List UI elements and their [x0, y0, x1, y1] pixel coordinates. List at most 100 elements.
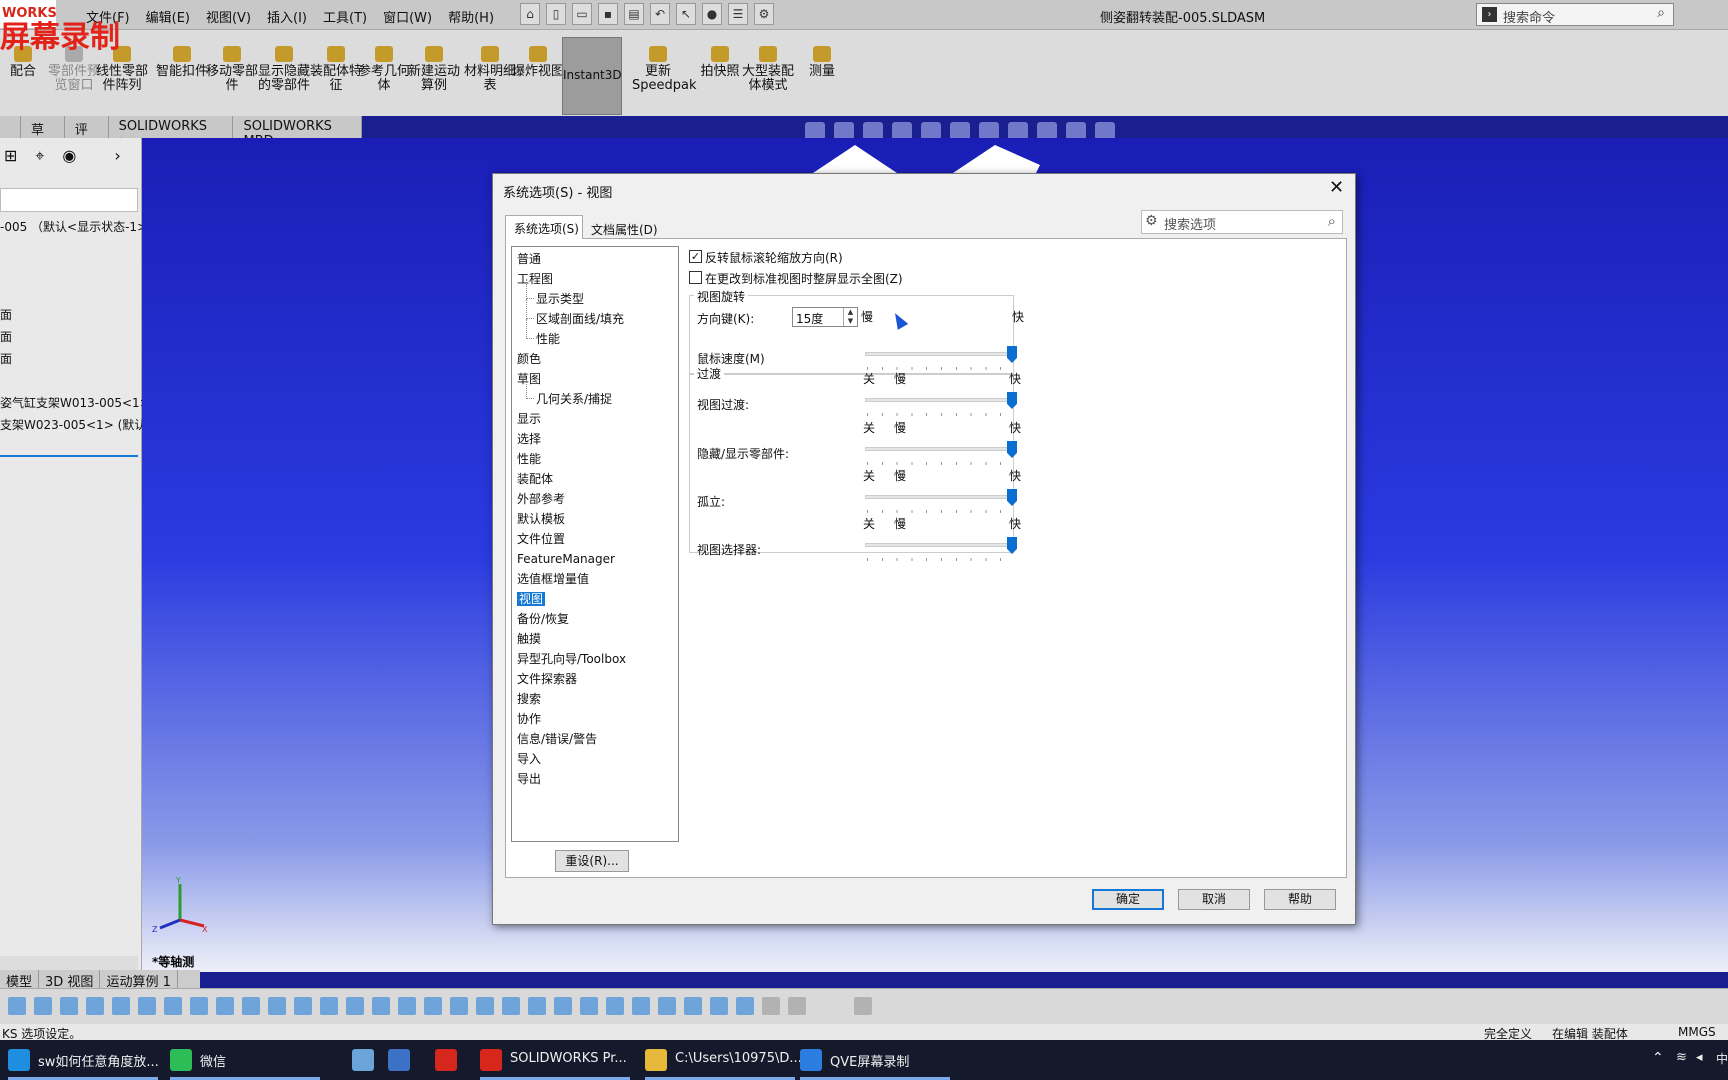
toolbar-tool[interactable]: 爆炸视图 — [512, 46, 564, 79]
spinner-arrows-icon[interactable]: ▲ ▼ — [843, 308, 857, 326]
tree-node[interactable]: 面 — [0, 328, 12, 345]
tree-node[interactable]: -005 （默认<显示状态-1> — [0, 218, 147, 235]
sketch-tool-icon[interactable] — [658, 997, 676, 1015]
slider-thumb[interactable] — [1007, 537, 1017, 554]
arrow-keys-spinner[interactable]: 15度 ▲ ▼ — [792, 307, 858, 327]
sketch-tool-icon[interactable] — [450, 997, 468, 1015]
expand-arrow-icon[interactable]: › — [114, 146, 120, 176]
cancel-button[interactable]: 取消 — [1178, 889, 1250, 910]
slider-thumb[interactable] — [1007, 489, 1017, 506]
sketch-tool-icon[interactable] — [762, 997, 780, 1015]
status-units[interactable]: MMGS — [1678, 1025, 1716, 1039]
sketch-tool-icon[interactable] — [502, 997, 520, 1015]
sketch-tool-icon[interactable] — [476, 997, 494, 1015]
wps-icon[interactable] — [435, 1049, 457, 1071]
toolbar-tool[interactable]: 更新Speedpak — [632, 46, 697, 93]
toolbar-tool[interactable]: 装配体特征 — [310, 46, 362, 93]
options-tree-item[interactable]: 装配体 — [517, 472, 553, 486]
sketch-tool-icon[interactable] — [580, 997, 598, 1015]
property-manager-icon[interactable]: ⌖ — [35, 146, 44, 176]
slider-thumb[interactable] — [1007, 441, 1017, 458]
reverse-wheel-checkbox[interactable]: ✓ — [689, 250, 702, 263]
transition-slider[interactable] — [865, 441, 1017, 465]
options-tree-item[interactable]: 显示类型 — [536, 292, 584, 306]
sketch-tool-icon[interactable] — [854, 997, 872, 1015]
sketch-tool-icon[interactable] — [346, 997, 364, 1015]
toolbar-tool[interactable]: 移动零部件 — [206, 46, 258, 93]
zoom-fit-checkbox[interactable] — [689, 271, 702, 284]
sketch-tool-icon[interactable] — [138, 997, 156, 1015]
menu-item[interactable]: 帮助(H) — [448, 7, 494, 26]
options-tree-item[interactable]: 信息/错误/警告 — [517, 732, 597, 746]
command-tab[interactable]: SOLIDWORKS 插件 — [109, 116, 234, 153]
transition-slider[interactable] — [865, 392, 1017, 416]
horizontal-scrollbar[interactable] — [0, 956, 138, 970]
options-tree-item[interactable]: 选值框增量值 — [517, 572, 589, 586]
options-tree-item[interactable]: 视图 — [517, 592, 546, 606]
toolbar-tool[interactable]: 显示隐藏的零部件 — [258, 46, 310, 93]
calculator-icon[interactable] — [388, 1049, 410, 1071]
options-tree-item[interactable]: 性能 — [517, 452, 541, 466]
sketch-tool-icon[interactable] — [60, 997, 78, 1015]
toolbar-tool[interactable]: 新建运动算例 — [408, 46, 460, 93]
options-tree-item[interactable]: 显示 — [517, 412, 541, 426]
home-icon[interactable]: ⌂ — [520, 3, 540, 25]
input-method-indicator[interactable]: 中 — [1716, 1050, 1728, 1067]
transition-slider[interactable] — [865, 489, 1017, 513]
display-manager-icon[interactable]: ◉ — [62, 146, 76, 176]
sketch-tool-icon[interactable] — [788, 997, 806, 1015]
save-icon[interactable]: ▪ — [598, 3, 618, 25]
slider-thumb[interactable] — [1007, 346, 1017, 363]
network-icon[interactable]: ≋ — [1676, 1050, 1687, 1065]
open-folder-icon[interactable]: ▭ — [572, 3, 592, 25]
instant3d-button[interactable]: Instant3D — [562, 37, 622, 115]
tab-system-options[interactable]: 系统选项(S) — [505, 215, 583, 239]
tab-hidden-stub[interactable] — [0, 116, 21, 138]
options-tree-item[interactable]: 搜索 — [517, 692, 541, 706]
tab-document-properties[interactable]: 文档属性(D) — [585, 217, 659, 239]
command-tab[interactable]: 评估 — [65, 116, 109, 157]
options-tree-item[interactable]: 几何关系/捕捉 — [536, 392, 612, 406]
options-tree-item[interactable]: 工程图 — [517, 272, 553, 286]
taskbar-app-label[interactable]: SOLIDWORKS Pr... — [510, 1051, 627, 1066]
options-tree-item[interactable]: 触摸 — [517, 632, 541, 646]
sketch-tool-icon[interactable] — [710, 997, 728, 1015]
sketch-tool-icon[interactable] — [398, 997, 416, 1015]
traffic-light-icon[interactable]: ● — [702, 3, 722, 25]
toolbar-tool[interactable]: 材料明细表 — [464, 46, 516, 93]
bottom-tab[interactable]: 运动算例 1 — [100, 970, 178, 990]
taskbar-app-icon[interactable] — [8, 1049, 30, 1071]
mouse-speed-slider[interactable] — [865, 346, 1017, 370]
options-tree-item[interactable]: 文件探索器 — [517, 672, 577, 686]
menu-item[interactable]: 工具(T) — [323, 7, 367, 26]
sketch-tool-icon[interactable] — [424, 997, 442, 1015]
toolbar-tool[interactable]: 参考几何体 — [358, 46, 410, 93]
ok-button[interactable]: 确定 — [1092, 889, 1164, 910]
options-tree-item[interactable]: 文件位置 — [517, 532, 565, 546]
sketch-tool-icon[interactable] — [736, 997, 754, 1015]
taskbar-app-label[interactable]: sw如何任意角度放... — [38, 1051, 159, 1070]
sketch-tool-icon[interactable] — [242, 997, 260, 1015]
taskbar-app-label[interactable]: 微信 — [200, 1051, 226, 1070]
sketch-tool-icon[interactable] — [216, 997, 234, 1015]
sketch-tool-icon[interactable] — [164, 997, 182, 1015]
sketch-tool-icon[interactable] — [190, 997, 208, 1015]
taskbar-app-label[interactable]: C:\Users\10975\D... — [675, 1051, 802, 1066]
options-tree-item[interactable]: 性能 — [536, 332, 560, 346]
taskbar-app-icon[interactable] — [800, 1049, 822, 1071]
sketch-tool-icon[interactable] — [8, 997, 26, 1015]
sketch-tool-icon[interactable] — [268, 997, 286, 1015]
help-button[interactable]: 帮助 — [1264, 889, 1336, 910]
taskbar-app-label[interactable]: QVE屏幕录制 — [830, 1051, 909, 1070]
search-icon[interactable]: ⌕ — [1328, 212, 1336, 230]
options-search-input[interactable]: ⚙ 搜索选项 ⌕ — [1141, 210, 1343, 234]
tree-node[interactable]: 面 — [0, 350, 12, 367]
sketch-tool-icon[interactable] — [112, 997, 130, 1015]
options-tree-item[interactable]: 导出 — [517, 772, 541, 786]
tree-node[interactable]: 支架W023-005<1> (默认 — [0, 416, 146, 433]
sketch-tool-icon[interactable] — [372, 997, 390, 1015]
options-tree-item[interactable]: 备份/恢复 — [517, 612, 569, 626]
sketch-tool-icon[interactable] — [34, 997, 52, 1015]
sketch-tool-icon[interactable] — [86, 997, 104, 1015]
new-document-icon[interactable]: ▯ — [546, 3, 566, 25]
